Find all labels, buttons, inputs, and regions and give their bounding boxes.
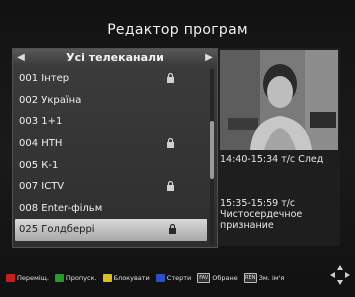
legend-fav-label: Обране <box>212 274 238 282</box>
fav-key-icon: FAV <box>197 273 211 283</box>
legend-rename[interactable]: REN Зм. ім'я <box>243 273 285 283</box>
legend-delete-label: Стерти <box>166 274 192 282</box>
epg-next-title-line2: признание <box>220 220 274 231</box>
lock-icon <box>169 224 176 235</box>
legend-lock-label: Блокувати <box>113 274 150 282</box>
lock-icon <box>167 137 174 148</box>
channel-name: 002 Україна <box>19 94 82 106</box>
blue-key-icon <box>155 274 165 282</box>
preview-panel: 14:40-15:34 т/с След 15:35-15:59 т/с Чис… <box>218 48 340 246</box>
group-next-arrow-icon[interactable]: ▶ <box>201 52 217 63</box>
channel-name: 007 ICTV <box>19 181 65 193</box>
channel-row-selected[interactable]: 025 Голдберрі <box>15 219 207 241</box>
channel-list: 001 Інтер 002 Україна 003 1+1 004 НТН 00… <box>13 68 209 241</box>
channel-row-3[interactable]: 004 НТН <box>13 133 209 155</box>
channel-name: 004 НТН <box>19 138 63 150</box>
video-preview <box>220 50 338 150</box>
legend-move-label: Перемiщ. <box>17 274 49 282</box>
channel-name: 008 Enter-фільм <box>19 202 103 214</box>
video-frame-image <box>220 50 338 150</box>
channel-name: 005 К-1 <box>19 159 59 171</box>
channel-row-1[interactable]: 002 Україна <box>13 90 209 112</box>
tv-menu-screen: Редактор програм ◀ Усі телеканали ▶ 001 … <box>0 0 355 297</box>
channel-row-2[interactable]: 003 1+1 <box>13 111 209 133</box>
epg-current-program: 14:40-15:34 т/с След <box>220 154 324 165</box>
red-key-icon <box>6 274 15 282</box>
channel-list-panel: ◀ Усі телеканали ▶ 001 Інтер 002 Україна… <box>12 48 218 248</box>
navigation-arrows-icon <box>330 265 350 285</box>
lock-icon <box>167 73 174 83</box>
channel-row-4[interactable]: 005 К-1 <box>13 154 209 176</box>
legend-move[interactable]: Перемiщ. <box>6 274 49 282</box>
channel-row-6[interactable]: 008 Enter-фільм <box>13 198 209 220</box>
yellow-key-icon <box>102 274 112 282</box>
legend-lock[interactable]: Блокувати <box>102 274 150 282</box>
key-legend-bar: Перемiщ. Пропуск. Блокувати Стерти FAV О… <box>0 268 355 288</box>
channel-name: 025 Голдберрі <box>19 224 95 236</box>
scrollbar-thumb[interactable] <box>210 121 214 179</box>
channel-name: 003 1+1 <box>19 116 63 128</box>
legend-delete[interactable]: Стерти <box>155 274 192 282</box>
green-key-icon <box>54 274 64 282</box>
group-label: Усі телеканали <box>66 51 164 64</box>
channel-row-0[interactable]: 001 Інтер <box>13 68 209 90</box>
lock-icon <box>167 180 174 191</box>
legend-skip[interactable]: Пропуск. <box>54 274 97 282</box>
legend-favorite[interactable]: FAV Обране <box>197 273 238 283</box>
page-title: Редактор програм <box>107 22 248 38</box>
channel-list-scrollbar[interactable] <box>210 69 214 245</box>
legend-rename-label: Зм. ім'я <box>258 274 285 282</box>
group-prev-arrow-icon[interactable]: ◀ <box>13 52 29 63</box>
channel-name: 001 Інтер <box>19 73 70 85</box>
rename-key-icon: REN <box>243 273 257 283</box>
legend-skip-label: Пропуск. <box>65 274 97 282</box>
epg-next-title-line1: Чистосердечное <box>220 209 303 220</box>
epg-next-time: 15:35-15:59 т/с <box>220 198 296 209</box>
channel-row-5[interactable]: 007 ICTV <box>13 176 209 198</box>
channel-group-selector[interactable]: ◀ Усі телеканали ▶ <box>13 49 217 66</box>
